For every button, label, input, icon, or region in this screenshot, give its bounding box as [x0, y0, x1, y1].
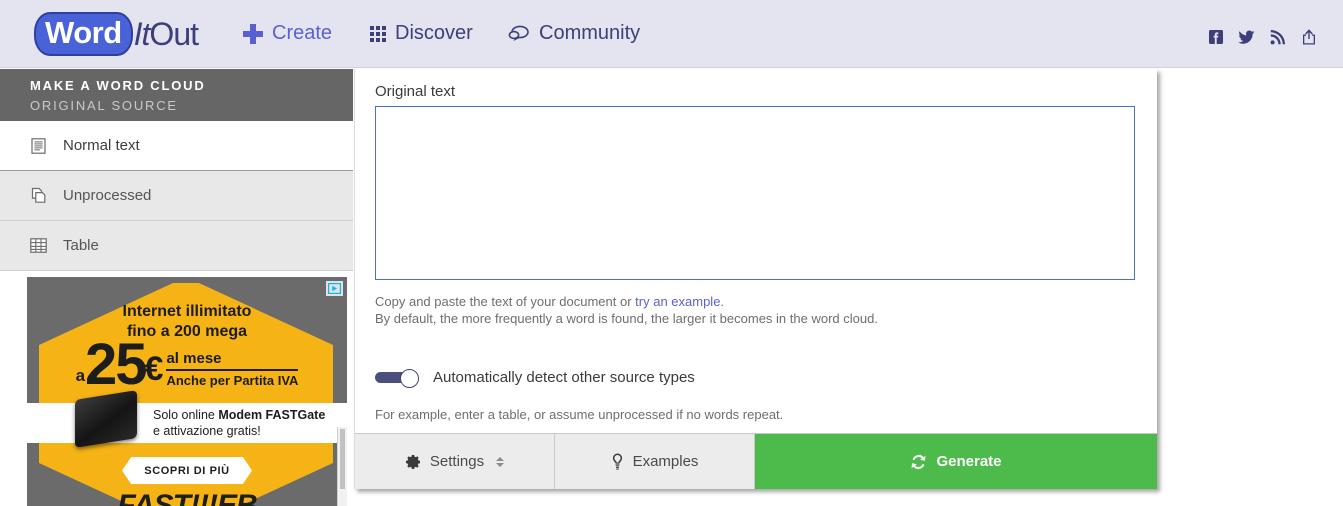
ad-headline: Internet illimitato fino a 200 mega	[27, 302, 347, 342]
main-panel: Original text Copy and paste the text of…	[354, 69, 1157, 489]
examples-button-label: Examples	[632, 453, 699, 470]
auto-detect-hint: For example, enter a table, or assume un…	[375, 407, 784, 422]
input-hint: Copy and paste the text of your document…	[375, 293, 1137, 327]
nav-item-discover[interactable]: Discover	[370, 22, 473, 45]
ad-scrollbar[interactable]	[337, 427, 347, 506]
advertisement-banner[interactable]: Internet illimitato fino a 200 mega a 25…	[27, 277, 347, 506]
facebook-icon[interactable]	[1200, 26, 1231, 48]
auto-detect-row: Automatically detect other source types	[375, 369, 1137, 388]
logo-out-text: Out	[149, 16, 199, 52]
ad-offer-line1-bold: Modem FASTGate	[218, 408, 326, 422]
sidebar-header-title: MAKE A WORD CLOUD	[30, 78, 206, 93]
auto-detect-toggle-label: Automatically detect other source types	[433, 369, 695, 386]
share-icon[interactable]	[1293, 26, 1324, 48]
ad-price-period: al mese	[166, 350, 222, 367]
sidebar-item-table[interactable]: Table	[0, 221, 353, 271]
plus-icon	[243, 23, 263, 44]
ad-price-terms: al mese Anche per Partita IVA	[166, 350, 299, 388]
speech-bubble-icon	[508, 25, 530, 43]
copy-pages-icon	[30, 187, 47, 204]
site-logo[interactable]: Word It Out	[34, 12, 199, 56]
nav-item-community[interactable]: Community	[508, 22, 640, 45]
nav-item-discover-label: Discover	[395, 22, 473, 44]
grid-icon	[370, 25, 386, 42]
generate-button-label: Generate	[936, 453, 1002, 470]
generate-button[interactable]: Generate	[755, 434, 1157, 489]
sidebar-item-table-label: Table	[63, 237, 99, 254]
original-text-input[interactable]	[375, 106, 1135, 280]
main-panel-body: Original text Copy and paste the text of…	[355, 69, 1157, 422]
sort-arrows-icon	[496, 456, 505, 467]
ad-modem-image	[75, 390, 137, 448]
ad-offer-text: Solo online Modem FASTGate e attivazione…	[153, 407, 343, 439]
rss-icon[interactable]	[1262, 26, 1293, 48]
logo-word-badge: Word	[34, 12, 133, 56]
auto-detect-toggle[interactable]	[375, 369, 419, 388]
ad-price-prefix: a	[75, 366, 86, 385]
ad-price-block: a 25 € al mese Anche per Partita IVA	[27, 332, 347, 397]
input-hint-prefix: Copy and paste the text of your document…	[375, 294, 636, 309]
sidebar-item-unprocessed-label: Unprocessed	[63, 187, 152, 204]
sidebar-item-normal-text[interactable]: Normal text	[0, 121, 353, 171]
ad-cta-button[interactable]: SCOPRI DI PIÙ	[122, 457, 252, 484]
ad-price-note: Anche per Partita IVA	[166, 373, 299, 388]
ad-headline-line1: Internet illimitato	[122, 303, 252, 320]
logo-it-text: It	[133, 16, 151, 52]
ad-offer-line2: e attivazione gratis!	[153, 424, 261, 438]
ad-price-currency: €	[144, 350, 164, 388]
action-bar: Settings Examples Generate	[355, 433, 1157, 489]
try-an-example-link[interactable]: try an example	[635, 294, 720, 309]
lightbulb-icon	[611, 453, 624, 470]
sidebar-header: MAKE A WORD CLOUD ORIGINAL SOURCE	[0, 69, 353, 121]
nav-item-create[interactable]: Create	[243, 22, 332, 45]
ad-divider	[166, 369, 299, 371]
examples-button[interactable]: Examples	[555, 434, 755, 489]
input-hint-line1: Copy and paste the text of your document…	[375, 293, 1137, 310]
nav-item-community-label: Community	[539, 22, 641, 44]
table-grid-icon	[30, 237, 47, 254]
input-hint-line2: By default, the more frequently a word i…	[375, 311, 878, 326]
ad-offer-line1-regular: Solo online	[153, 408, 219, 422]
refresh-icon	[910, 454, 927, 470]
gear-icon	[405, 454, 421, 470]
nav-item-create-label: Create	[272, 22, 333, 44]
settings-button[interactable]: Settings	[355, 434, 555, 489]
social-links	[1200, 26, 1324, 48]
advertisement-area: Internet illimitato fino a 200 mega a 25…	[0, 272, 353, 506]
twitter-icon[interactable]	[1231, 26, 1262, 48]
top-navigation-bar: Word It Out Create Discover Community	[0, 0, 1343, 68]
sidebar-header-subtitle: ORIGINAL SOURCE	[30, 98, 178, 113]
sidebar-item-unprocessed[interactable]: Unprocessed	[0, 171, 353, 221]
document-icon	[30, 137, 47, 154]
sidebar-item-normal-text-label: Normal text	[63, 137, 140, 154]
toggle-knob	[400, 369, 419, 388]
input-hint-suffix: .	[720, 294, 725, 309]
ad-brand-logo: FAST!!!EB	[117, 489, 257, 506]
original-text-label: Original text	[375, 83, 456, 100]
adchoices-icon[interactable]	[326, 281, 343, 296]
app-root: Word It Out Create Discover Community MA…	[0, 0, 1343, 506]
ad-price-value: 25	[85, 332, 147, 397]
settings-button-label: Settings	[429, 453, 485, 470]
